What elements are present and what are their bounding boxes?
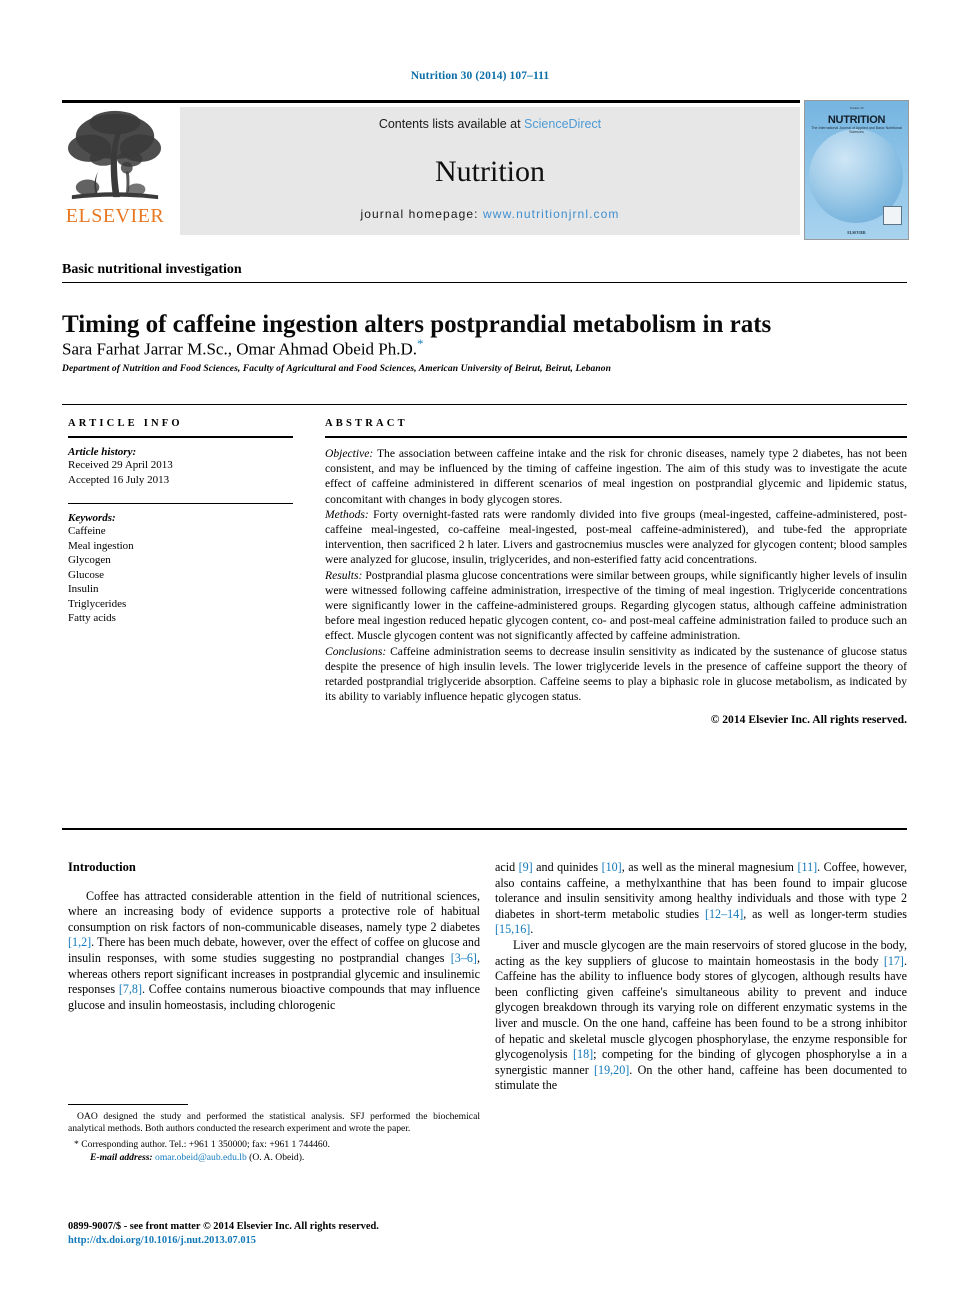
footnote-block: OAO designed the study and performed the… (68, 1104, 480, 1164)
citation-ref[interactable]: [9] (519, 860, 533, 874)
cover-subtitle-text: The International Journal of Applied and… (811, 126, 902, 134)
introduction-paragraph-2: Liver and muscle glycogen are the main r… (495, 938, 907, 1094)
running-head: Nutrition 30 (2014) 107–111 (410, 70, 550, 82)
citation-ref[interactable]: [19,20] (594, 1063, 629, 1077)
email-note: E-mail address: omar.obeid@aub.edu.lb (O… (68, 1152, 480, 1164)
keyword-item: Triglycerides (68, 597, 127, 610)
abstract-methods-text: Forty overnight-fasted rats were randoml… (325, 507, 907, 567)
abstract-methods: Methods: Forty overnight-fasted rats wer… (325, 507, 907, 568)
intro-text-seg: . There has been much debate, however, o… (68, 935, 480, 965)
introduction-paragraph-1-cont: acid [9] and quinides [10], as well as t… (495, 860, 907, 938)
abstract-results-text: Postprandial plasma glucose concentratio… (325, 568, 907, 643)
citation-ref[interactable]: [17] (884, 954, 904, 968)
citation-ref[interactable]: [3–6] (451, 951, 477, 965)
cover-publisher-text: ELSEVIER (847, 231, 866, 235)
keyword-item: Fatty acids (68, 612, 116, 624)
intro-text-seg: . (530, 922, 534, 937)
abstract-conclusions-text: Caffeine administration seems to decreas… (325, 644, 907, 704)
imprint-block: 0899-9007/$ - see front matter © 2014 El… (68, 1220, 498, 1248)
elsevier-logo: ELSEVIER (62, 107, 168, 235)
journal-masthead: ELSEVIER Contents lists available at Sci… (62, 100, 909, 240)
journal-homepage-link[interactable]: www.nutritionjrnl.com (483, 207, 619, 221)
intro-text-seg: Liver and muscle glycogen are the main r… (495, 937, 907, 968)
author-names: Sara Farhat Jarrar M.Sc., Omar Ahmad Obe… (62, 339, 418, 359)
intro-text-seg: and quinides (532, 860, 602, 874)
keywords-label: Keywords: (68, 512, 116, 524)
abstract-results-label: Results: (325, 568, 363, 582)
issn-copyright-line: 0899-9007/$ - see front matter © 2014 El… (68, 1221, 379, 1232)
citation-ref[interactable]: [10] (602, 860, 622, 874)
citation-ref[interactable]: [7,8] (119, 982, 142, 996)
abstract-copyright: © 2014 Elsevier Inc. All rights reserved… (710, 713, 907, 727)
keyword-item: Meal ingestion (68, 539, 134, 552)
abstract-column: ABSTRACT Objective: The association betw… (325, 418, 907, 726)
elsevier-wordmark: ELSEVIER (65, 205, 165, 227)
keyword-item: Caffeine (68, 525, 106, 537)
section-label-rule (62, 282, 907, 283)
author-affiliation: Department of Nutrition and Food Science… (62, 364, 612, 374)
journal-article-page: Nutrition 30 (2014) 107–111 ELSEVIER Con… (0, 0, 960, 1290)
article-info-heading: ARTICLE INFO (68, 418, 183, 429)
article-received-date: Received 29 April 2013 (68, 459, 173, 471)
abstract-conclusions-label: Conclusions: (325, 644, 387, 658)
keywords-list: Caffeine Meal ingestion Glycogen Glucose… (68, 524, 293, 626)
contents-available-line: Contents lists available at ScienceDirec… (180, 117, 800, 131)
abstract-objective-text: The association between caffeine intake … (325, 447, 907, 506)
abstract-heading: ABSTRACT (325, 418, 408, 429)
keywords-rule (68, 503, 293, 504)
abstract-rule (325, 436, 907, 438)
article-section-label: Basic nutritional investigation (62, 262, 242, 277)
citation-ref[interactable]: [15,16] (495, 922, 530, 936)
intro-text-seg: Coffee has attracted considerable attent… (68, 888, 480, 934)
citation-ref[interactable]: [1,2] (68, 935, 91, 949)
introduction-right-column: acid [9] and quinides [10], as well as t… (495, 860, 907, 1094)
introduction-heading: Introduction (68, 860, 136, 874)
email-link[interactable]: omar.obeid@aub.edu.lb (155, 1152, 247, 1163)
citation-ref[interactable]: [12–14] (705, 907, 743, 921)
cover-barcode-icon (883, 206, 902, 225)
journal-title: Nutrition (435, 155, 545, 188)
author-list: Sara Farhat Jarrar M.Sc., Omar Ahmad Obe… (62, 336, 907, 360)
intro-text-seg: . Caffeine has the ability to influence … (495, 953, 907, 1062)
keyword-item: Insulin (68, 583, 99, 595)
article-info-rule (68, 436, 293, 438)
author-contributions-note: OAO designed the study and performed the… (68, 1111, 480, 1135)
email-suffix-text: (O. A. Obeid). (246, 1151, 305, 1163)
article-info-column: ARTICLE INFO Article history: Received 2… (68, 418, 293, 626)
footnote-rule (68, 1104, 188, 1105)
cover-title-text: NUTRITION (827, 114, 886, 126)
intro-text-seg: , as well as longer-term studies (743, 906, 907, 921)
introduction-paragraph-1: Coffee has attracted considerable attent… (68, 889, 480, 1014)
abstract-results: Results: Postprandial plasma glucose con… (325, 568, 907, 644)
elsevier-tree-icon (67, 110, 162, 200)
keyword-item: Glucose (68, 568, 105, 581)
abstract-objective: Objective: The association between caffe… (325, 446, 907, 507)
contents-band: Contents lists available at ScienceDirec… (180, 107, 800, 235)
abstract-methods-label: Methods: (325, 507, 369, 521)
article-history-label: Article history: (68, 446, 137, 458)
intro-text-seg: acid (495, 860, 519, 874)
doi-link[interactable]: http://dx.doi.org/10.1016/j.nut.2013.07.… (68, 1234, 498, 1248)
abstract-conclusions: Conclusions: Caffeine administration see… (325, 644, 907, 705)
keyword-item: Glycogen (68, 554, 111, 566)
contents-prefix-text: Contents lists available at (378, 117, 525, 131)
article-accepted-date: Accepted 16 July 2013 (68, 473, 170, 486)
sciencedirect-link[interactable]: ScienceDirect (524, 117, 601, 131)
introduction-left-column: Introduction Coffee has attracted consid… (68, 860, 480, 1013)
masthead-top-rule (62, 100, 800, 103)
abstract-objective-label: Objective: (325, 447, 374, 460)
cover-volume-text: Volume 30 (849, 106, 864, 110)
homepage-prefix-text: journal homepage: (360, 207, 484, 221)
email-label: E-mail address: (90, 1151, 153, 1163)
citation-ref[interactable]: [18] (573, 1047, 593, 1061)
abstract-band-top-rule (62, 404, 907, 405)
journal-cover-thumbnail: Volume 30 NUTRITION The International Jo… (804, 100, 909, 240)
corresponding-author-marker[interactable]: * (417, 336, 424, 351)
intro-text-seg: , as well as the mineral magnesium (621, 860, 798, 874)
citation-ref[interactable]: [11] (797, 860, 817, 874)
journal-homepage-line: journal homepage: www.nutritionjrnl.com (180, 207, 800, 221)
corresponding-author-note: * Corresponding author. Tel.: +961 1 350… (74, 1139, 330, 1151)
abstract-band-bottom-rule (62, 828, 907, 830)
